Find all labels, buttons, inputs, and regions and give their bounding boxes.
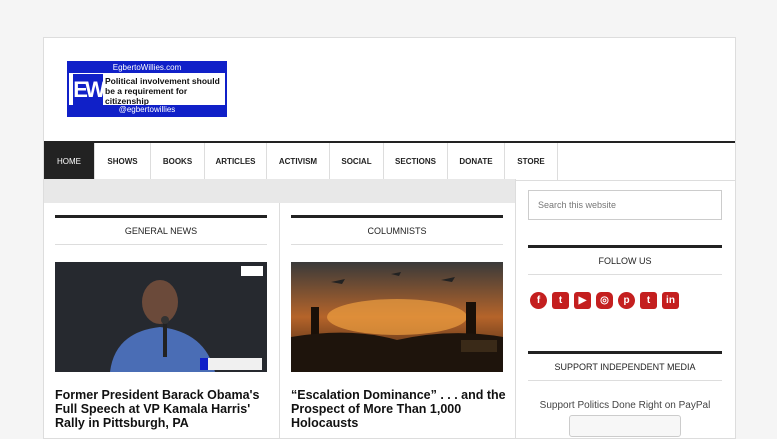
section-heading-general-news: GENERAL NEWS [55, 215, 267, 245]
logo-tagline: Political involvement should be a requir… [105, 76, 220, 106]
social-links: f t ▶ ◎ p t in [530, 292, 679, 309]
nav-item-articles[interactable]: ARTICLES [205, 143, 267, 180]
instagram-icon[interactable]: ◎ [596, 292, 613, 309]
site-logo[interactable]: EgbertoWillies.com EW Political involvem… [67, 61, 227, 117]
follow-us-heading: FOLLOW US [528, 245, 722, 275]
linkedin-icon[interactable]: in [662, 292, 679, 309]
column-divider [279, 203, 280, 438]
content-top-bar [44, 179, 515, 203]
nav-item-social[interactable]: SOCIAL [330, 143, 384, 180]
pinterest-icon[interactable]: p [618, 292, 635, 309]
tumblr-icon[interactable]: t [640, 292, 657, 309]
main-nav: HOME SHOWS BOOKS ARTICLES ACTIVISM SOCIA… [44, 141, 735, 181]
search-input[interactable] [528, 190, 722, 220]
site-container: EgbertoWillies.com EW Political involvem… [43, 37, 736, 439]
speaker-photo [55, 262, 267, 372]
nav-item-store[interactable]: STORE [505, 143, 558, 180]
section-heading-columnists: COLUMNISTS [291, 215, 503, 245]
nav-item-home[interactable]: HOME [44, 143, 95, 180]
twitter-icon[interactable]: t [552, 292, 569, 309]
post-thumbnail-obama[interactable] [55, 262, 267, 372]
post-title-escalation[interactable]: “Escalation Dominance” . . . and the Pro… [291, 388, 506, 430]
logo-mark: EW [73, 74, 106, 106]
site-header: EgbertoWillies.com EW Political involvem… [44, 38, 735, 141]
nav-item-donate[interactable]: DONATE [448, 143, 505, 180]
nav-item-shows[interactable]: SHOWS [95, 143, 151, 180]
war-illustration [291, 262, 503, 372]
post-title-obama[interactable]: Former President Barack Obama's Full Spe… [55, 388, 270, 430]
support-text: Support Politics Done Right on PayPal [539, 400, 711, 411]
support-heading: SUPPORT INDEPENDENT MEDIA [528, 351, 722, 381]
nav-item-activism[interactable]: ACTIVISM [267, 143, 330, 180]
logo-twitter-handle: @egbertowillies [69, 105, 225, 115]
facebook-icon[interactable]: f [530, 292, 547, 309]
nav-item-books[interactable]: BOOKS [151, 143, 205, 180]
post-thumbnail-escalation[interactable] [291, 262, 503, 372]
paypal-button[interactable] [569, 415, 681, 437]
nav-item-sections[interactable]: SECTIONS [384, 143, 448, 180]
sidebar-divider [515, 179, 516, 438]
logo-site-name: EgbertoWillies.com [69, 63, 225, 73]
youtube-icon[interactable]: ▶ [574, 292, 591, 309]
